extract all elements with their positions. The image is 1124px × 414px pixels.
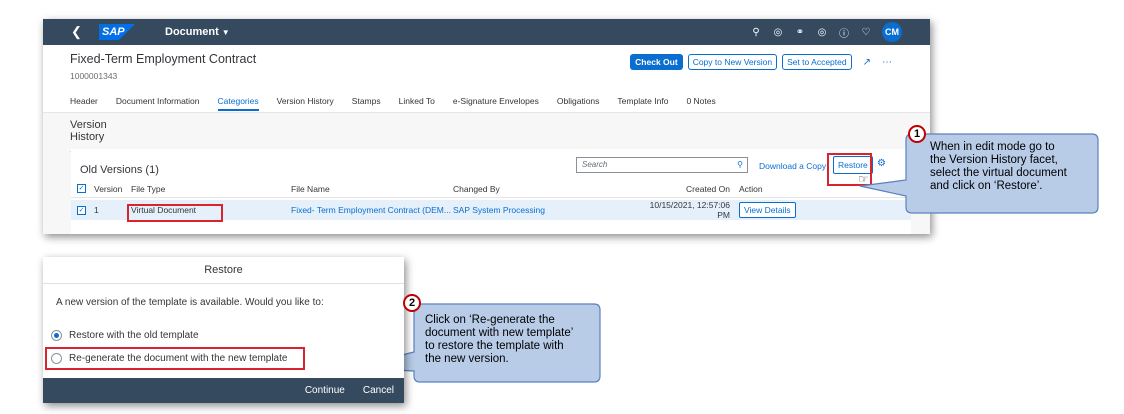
callout-2-text: Click on ‘Re-generate the document with … — [425, 314, 573, 366]
callout-2-line: the new version. — [425, 353, 509, 365]
continue-button[interactable]: Continue — [305, 385, 345, 396]
callout-1-number: 1 — [908, 125, 926, 143]
callout-2-line: document with new template’ — [425, 327, 574, 339]
callout-2-number: 2 — [403, 294, 421, 312]
callout-1-line: When in edit mode go to — [930, 141, 1055, 153]
callout-2-line: to restore the template with — [425, 340, 564, 352]
dialog-title: Restore — [43, 257, 404, 284]
callout-1-line: the Version History facet, — [930, 154, 1058, 166]
callout-1-line: and click on ‘Restore’. — [930, 180, 1043, 192]
callout-1-text: When in edit mode go to the Version Hist… — [930, 141, 1067, 193]
option-restore-old-template[interactable]: Restore with the old template — [51, 330, 199, 341]
cancel-button[interactable]: Cancel — [363, 385, 394, 396]
dialog-message: A new version of the template is availab… — [56, 297, 324, 308]
dialog-footer: Continue Cancel — [43, 378, 404, 403]
option-label: Restore with the old template — [69, 330, 199, 341]
callout-2-line: Click on ‘Re-generate the — [425, 314, 555, 326]
radio-selected[interactable] — [51, 330, 62, 341]
callout-1-line: select the virtual document — [930, 167, 1067, 179]
highlight-regenerate-option — [45, 347, 305, 370]
restore-dialog: Restore A new version of the template is… — [43, 257, 404, 403]
